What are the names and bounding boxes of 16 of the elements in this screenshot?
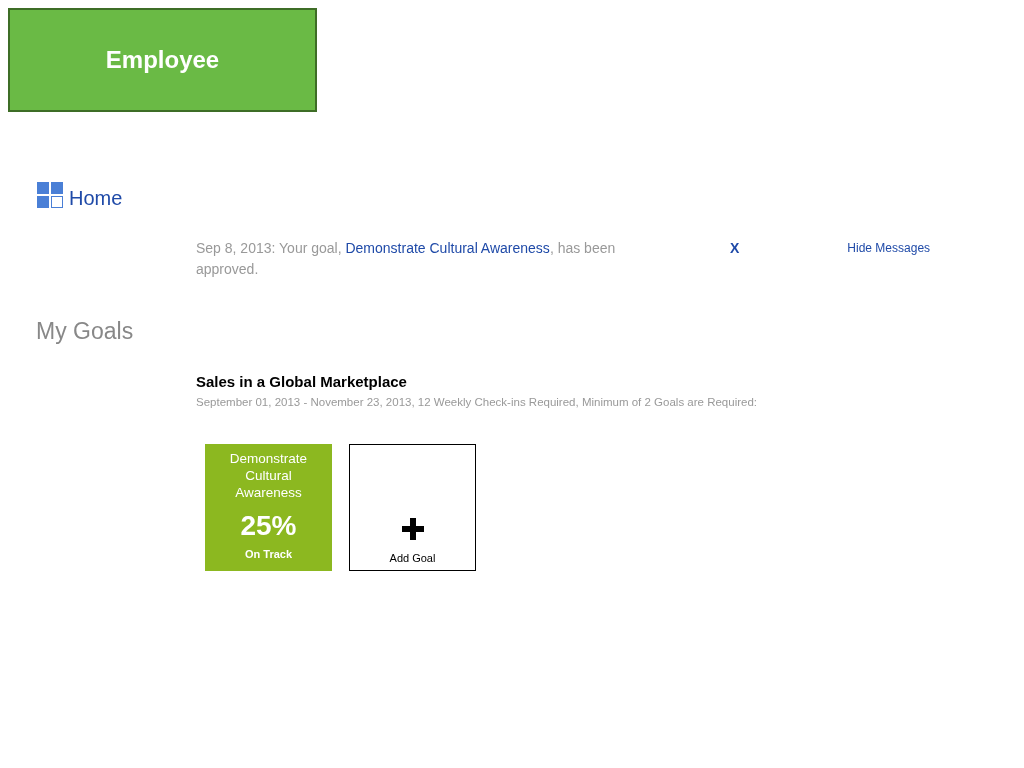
plus-icon xyxy=(401,518,424,540)
goal-percent: 25% xyxy=(240,510,297,542)
program-title: Sales in a Global Marketplace xyxy=(196,373,408,390)
goal-link[interactable]: Demonstrate Cultural Awareness xyxy=(345,240,550,256)
goal-title: Demonstrate Cultural Awareness xyxy=(228,450,309,501)
role-banner: Employee xyxy=(8,8,317,112)
home-link[interactable]: Home xyxy=(69,188,123,208)
add-goal-tile[interactable]: Add Goal xyxy=(349,444,476,571)
dismiss-link[interactable]: X xyxy=(730,238,740,259)
program-details: September 01, 2013 - November 23, 2013, 12 Weekly Check-ins Required, Minimum of 2 Goals are Required: xyxy=(196,396,758,408)
notification-message: Sep 8, 2013: Your goal, Demonstrate Cultural Awareness, has been approved. xyxy=(196,239,617,279)
goal-status: On Track xyxy=(244,548,293,560)
grid-icon xyxy=(37,182,63,208)
section-heading: My Goals xyxy=(36,318,135,345)
hide-messages-link[interactable]: Hide Messages xyxy=(847,238,931,259)
add-goal-label: Add Goal xyxy=(389,552,436,564)
